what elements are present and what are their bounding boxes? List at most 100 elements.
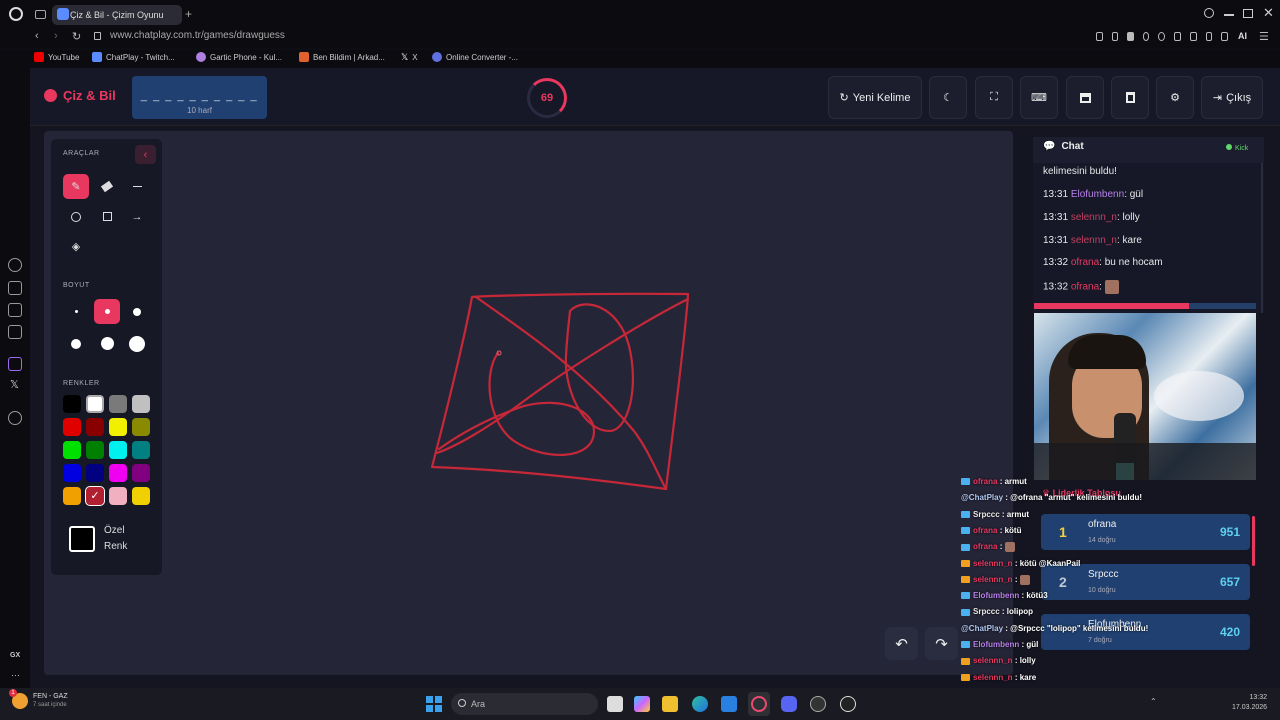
overlay-username: ofrana — [973, 542, 998, 552]
chat-username[interactable]: selennn_n — [1071, 235, 1117, 246]
undo-button[interactable]: ↶ — [885, 627, 918, 660]
custom-color-button[interactable] — [69, 526, 95, 552]
weather-widget[interactable]: 1 FEN - GAZ 7 saat içinde — [9, 689, 68, 710]
size-l[interactable] — [63, 331, 89, 356]
taskbar-search[interactable]: Ara — [451, 693, 598, 715]
archive-button[interactable] — [1066, 76, 1104, 119]
collapse-panel-button[interactable]: ‹ — [135, 145, 156, 164]
bookmark-chatplay[interactable]: ChatPlay - Twitch... — [92, 52, 175, 62]
overlay-username: selennn_n — [973, 574, 1013, 584]
discord-icon[interactable] — [781, 696, 797, 712]
bookmark-benbildim[interactable]: Ben Bildim | Arkad... — [299, 52, 385, 62]
opera-logo-icon[interactable] — [9, 7, 23, 21]
color-swatch[interactable] — [132, 464, 150, 482]
edge-icon[interactable] — [692, 696, 708, 712]
new-tab-icon[interactable]: + — [185, 7, 192, 21]
clear-canvas-button[interactable] — [1111, 76, 1149, 119]
size-xs[interactable] — [63, 299, 89, 324]
toolbar-extension-icons[interactable] — [1096, 32, 1228, 42]
rectangle-tool[interactable] — [94, 204, 120, 229]
color-swatch[interactable] — [86, 418, 104, 436]
sidebar-gx-cleaner-icon[interactable] — [8, 303, 22, 317]
dark-mode-button[interactable]: ☾ — [929, 76, 967, 119]
bookmark-youtube[interactable]: YouTube — [34, 52, 79, 62]
bookmark-gartic[interactable]: Gartic Phone - Kul... — [196, 52, 282, 62]
line-tool[interactable] — [124, 174, 150, 199]
size-s[interactable] — [94, 299, 120, 324]
color-swatch[interactable] — [63, 418, 81, 436]
sidebar-speed-dial-icon[interactable] — [8, 258, 22, 272]
url-input[interactable]: www.chatplay.com.tr/games/drawguess — [110, 30, 285, 41]
eraser-tool[interactable] — [94, 174, 120, 199]
sidebar-x-icon[interactable]: 𝕏 — [10, 378, 19, 391]
bookmark-converter[interactable]: Online Converter -... — [432, 52, 518, 62]
obs-icon[interactable] — [840, 696, 856, 712]
overlay-username: selennn_n — [973, 656, 1013, 666]
color-swatch[interactable] — [86, 395, 104, 413]
color-swatch[interactable] — [63, 487, 81, 505]
sidebar-history-icon[interactable] — [8, 411, 22, 425]
color-swatch[interactable] — [86, 464, 104, 482]
fill-tool[interactable]: ◈ — [63, 234, 89, 259]
aria-ai-button[interactable]: AI — [1238, 31, 1247, 41]
sidebar-more-icon[interactable]: ··· — [11, 670, 20, 680]
color-swatch[interactable] — [132, 487, 150, 505]
color-swatch[interactable] — [132, 395, 150, 413]
color-swatch[interactable] — [63, 464, 81, 482]
copilot-icon[interactable] — [634, 696, 650, 712]
color-swatch[interactable] — [109, 395, 127, 413]
chat-username[interactable]: ofrana — [1071, 257, 1099, 268]
exit-button[interactable]: ⇥ Çıkış — [1201, 76, 1263, 119]
chat-username[interactable]: selennn_n — [1071, 212, 1117, 223]
sidebar-twitch-icon[interactable] — [8, 357, 22, 371]
overlay-text: : lolipop — [1001, 607, 1034, 617]
sidebar-gx-control-icon[interactable] — [8, 281, 22, 295]
color-swatch[interactable] — [109, 464, 127, 482]
leaderboard-scrollbar[interactable] — [1252, 516, 1255, 566]
windows-start-icon[interactable] — [426, 696, 442, 712]
redo-button[interactable]: ↷ — [925, 627, 958, 660]
fullscreen-button[interactable]: ⛶ — [975, 76, 1013, 119]
overlay-text: : armut — [1001, 509, 1030, 519]
chat-username[interactable]: Elofumbenn — [1071, 189, 1124, 200]
brush-tool[interactable]: ✎ — [63, 174, 89, 199]
new-word-button[interactable]: ↻ Yeni Kelime — [828, 76, 922, 119]
size-m[interactable] — [124, 299, 150, 324]
chat-username[interactable]: ofrana — [1071, 282, 1099, 293]
browser-tab-active[interactable]: Çiz & Bil - Çizim Oyunu — [52, 5, 182, 25]
color-swatch[interactable] — [63, 395, 81, 413]
color-swatch[interactable] — [109, 441, 127, 459]
color-swatch[interactable] — [132, 441, 150, 459]
color-swatch[interactable] — [109, 487, 127, 505]
maximize-icon[interactable] — [1243, 9, 1253, 18]
sidebar-messenger-icon[interactable] — [8, 325, 22, 339]
store-icon[interactable] — [721, 696, 737, 712]
file-explorer-icon[interactable] — [662, 696, 678, 712]
search-tabs-icon[interactable] — [1204, 8, 1214, 18]
arrow-tool[interactable]: → — [124, 204, 150, 229]
back-icon[interactable]: ‹ — [35, 30, 39, 42]
task-view-icon[interactable] — [607, 696, 623, 712]
color-swatch[interactable] — [132, 418, 150, 436]
steam-icon[interactable] — [810, 696, 826, 712]
size-xl[interactable] — [94, 331, 120, 356]
status-dot-icon — [1226, 144, 1232, 150]
menu-icon[interactable]: ☰ — [1259, 30, 1269, 43]
size-xxl[interactable] — [124, 331, 150, 356]
workspaces-icon[interactable] — [35, 10, 46, 19]
chat-scrollbar[interactable] — [1261, 163, 1263, 313]
bookmark-x[interactable]: 𝕏X — [401, 52, 418, 63]
circle-tool[interactable] — [63, 204, 89, 229]
close-window-icon[interactable]: ✕ — [1263, 5, 1274, 21]
settings-button[interactable]: ⚙ — [1156, 76, 1194, 119]
tray-chevron-icon[interactable]: ⌃ — [1150, 697, 1157, 706]
reload-icon[interactable]: ↻ — [72, 30, 81, 43]
color-swatch[interactable] — [86, 441, 104, 459]
taskbar-clock[interactable]: 13:32 17.03.2026 — [1232, 693, 1267, 713]
minimize-icon[interactable] — [1224, 14, 1234, 16]
color-swatch[interactable] — [109, 418, 127, 436]
forward-icon[interactable]: › — [54, 30, 58, 42]
keyboard-button[interactable]: ⌨ — [1020, 76, 1058, 119]
color-swatch[interactable]: ✓ — [85, 486, 105, 506]
color-swatch[interactable] — [63, 441, 81, 459]
